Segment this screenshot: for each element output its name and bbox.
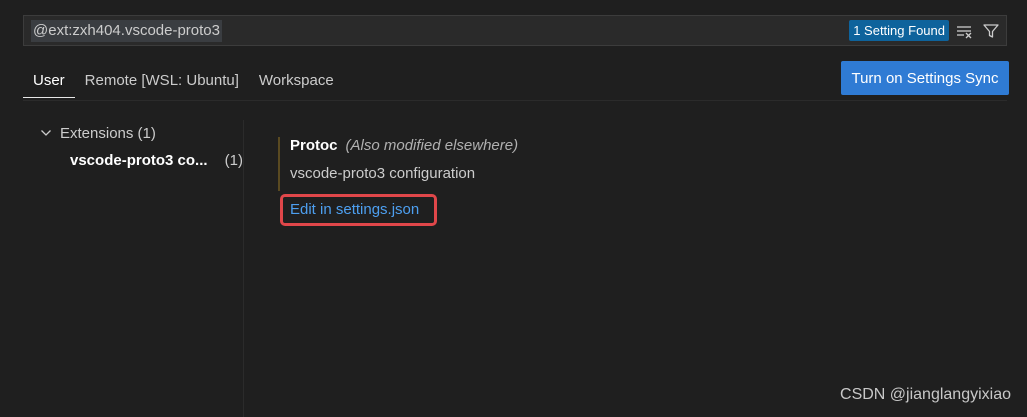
tab-workspace[interactable]: Workspace: [249, 62, 344, 98]
tab-user[interactable]: User: [23, 62, 75, 98]
edit-in-settings-json-link[interactable]: Edit in settings.json: [290, 201, 419, 218]
search-input[interactable]: @ext:zxh404.vscode-proto3: [31, 19, 222, 42]
tab-remote-wsl[interactable]: Remote [WSL: Ubuntu]: [75, 62, 249, 98]
settings-scope-tabs: User Remote [WSL: Ubuntu] Workspace: [23, 62, 344, 98]
modified-indicator: [278, 137, 280, 191]
tabs-divider: [23, 100, 1007, 101]
toc-item-count: (1): [224, 151, 243, 169]
toc-group-extensions[interactable]: Extensions (1): [23, 120, 243, 146]
setting-protoc: Protoc (Also modified elsewhere) vscode-p…: [278, 135, 518, 226]
result-count-badge: 1 Setting Found: [849, 20, 949, 41]
settings-search-bar[interactable]: @ext:zxh404.vscode-proto3 1 Setting Foun…: [23, 15, 1007, 46]
toc-item-label: vscode-proto3 co...: [70, 151, 208, 169]
setting-name: Protoc: [290, 137, 338, 154]
setting-title: Protoc (Also modified elsewhere): [290, 135, 518, 157]
settings-table-of-contents: Extensions (1) vscode-proto3 co... (1): [23, 120, 243, 174]
turn-on-settings-sync-button[interactable]: Turn on Settings Sync: [841, 61, 1009, 95]
filter-icon[interactable]: [981, 21, 1001, 41]
setting-description: vscode-proto3 configuration: [290, 165, 476, 182]
chevron-down-icon[interactable]: [38, 125, 54, 141]
search-actions: 1 Setting Found: [849, 20, 1001, 41]
watermark: CSDN @jianglangyixiao: [840, 386, 1011, 403]
toc-group-label: Extensions (1): [60, 124, 156, 142]
toc-item-vscode-proto3[interactable]: vscode-proto3 co... (1): [23, 146, 243, 174]
setting-modified-note[interactable]: (Also modified elsewhere): [346, 137, 519, 154]
toc-divider: [243, 120, 244, 417]
clear-filter-icon[interactable]: [955, 21, 975, 41]
